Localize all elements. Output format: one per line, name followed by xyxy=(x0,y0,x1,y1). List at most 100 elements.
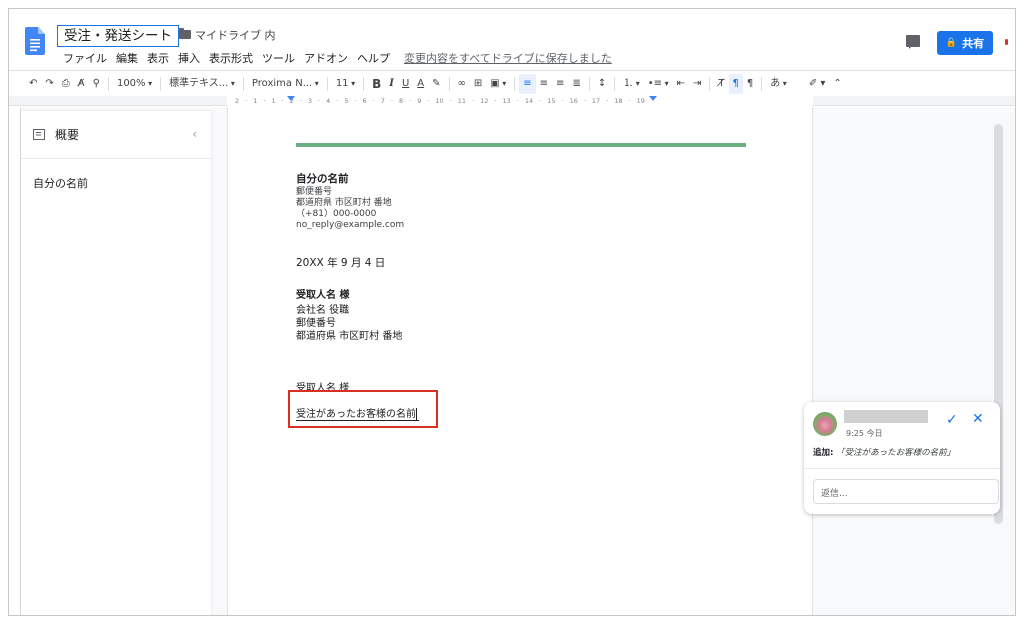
toolbar-divider xyxy=(709,76,711,91)
selected-text-content: 受注があったお客様の名前 xyxy=(296,409,416,420)
card-divider xyxy=(804,468,1000,469)
avatar xyxy=(813,412,837,436)
ruler-track: 2 · 1 · 1 · 2 · 3 · 4 · 5 · 6 · 7 · 8 · 9 · 10 · 11 · 12 · 13 · 14 · 15 ·… xyxy=(9,96,1015,106)
resolve-check-icon[interactable]: ✓ xyxy=(946,412,958,428)
align-right-icon[interactable]: ≡ xyxy=(552,74,568,94)
outline-title: 概要 xyxy=(55,128,80,142)
menu-insert[interactable]: 挿入 xyxy=(178,50,200,66)
menu-file[interactable]: ファイル xyxy=(63,50,107,66)
ruler-tick: · xyxy=(336,97,339,105)
folder-icon[interactable] xyxy=(179,28,191,39)
undo-icon[interactable]: ↶ xyxy=(25,74,41,94)
paint-format-icon[interactable]: ⚲ xyxy=(89,74,104,94)
comment-body: 追加: 「受注があったお客様の名前」 xyxy=(813,446,955,458)
toolbar-divider xyxy=(448,76,450,91)
ruler-tick-label: 18 xyxy=(614,97,623,105)
menu-bar: ファイル 編集 表示 挿入 表示形式 ツール アドオン ヘルプ 変更内容をすべて… xyxy=(63,50,612,66)
ruler-tick: · xyxy=(472,97,475,105)
toolbar: ↶ ↷ ⎙ A̸ ⚲ 100% 標準テキス... Proxima N... 11… xyxy=(9,70,1015,96)
ruler-tick: · xyxy=(628,97,631,105)
sender-name: 自分の名前 xyxy=(296,173,349,185)
ruler-tick-label: 1 xyxy=(271,97,276,105)
editing-mode-icon[interactable]: ✐ ▾ xyxy=(805,74,830,94)
menu-format[interactable]: 表示形式 xyxy=(209,50,253,66)
menu-tools[interactable]: ツール xyxy=(262,50,295,66)
ruler-tick: · xyxy=(516,97,519,105)
bulleted-list-icon[interactable]: •≡ xyxy=(644,74,673,94)
comment-card[interactable]: 9:25 今日 ✓ ✕ 追加: 「受注があったお客様の名前」 返信... xyxy=(804,402,1000,514)
document-page[interactable]: 自分の名前 郵便番号 都道府県 市区町村 番地 （+81）000-0000 no… xyxy=(227,107,813,615)
comments-icon[interactable] xyxy=(906,35,920,49)
ruler-tick-label: 11 xyxy=(457,97,467,105)
menu-edit[interactable]: 編集 xyxy=(116,50,138,66)
lock-icon: 🔒 xyxy=(945,38,958,48)
menu-view[interactable]: 表示 xyxy=(147,50,169,66)
comment-quote: 「受注があったお客様の名前」 xyxy=(836,448,956,458)
highlight-icon[interactable]: ✎ xyxy=(428,74,444,94)
underline-button[interactable]: U xyxy=(398,74,413,94)
document-title-input[interactable]: 受注・発送シート xyxy=(57,25,179,47)
ruler-tick-label: 9 xyxy=(417,97,422,105)
font-size-select[interactable]: 11 xyxy=(332,74,359,94)
toolbar-divider xyxy=(588,76,590,91)
spellcheck-icon[interactable]: A̸ xyxy=(74,74,89,94)
print-icon[interactable]: ⎙ xyxy=(58,74,74,94)
align-justify-icon[interactable]: ≣ xyxy=(568,74,584,94)
sender-line: no_reply@example.com xyxy=(296,220,405,230)
decrease-indent-icon[interactable]: ⇤ xyxy=(673,74,689,94)
toolbar-divider xyxy=(761,76,763,91)
rtl-icon[interactable]: ¶ xyxy=(743,74,757,94)
redo-icon[interactable]: ↷ xyxy=(41,74,57,94)
left-indent-marker[interactable] xyxy=(287,96,295,101)
close-icon[interactable]: ✕ xyxy=(972,411,984,427)
ruler-tick-label: 7 xyxy=(380,97,385,105)
align-center-icon[interactable]: ≡ xyxy=(536,74,552,94)
increase-indent-icon[interactable]: ⇥ xyxy=(689,74,705,94)
insert-image-icon[interactable]: ▣ xyxy=(486,74,510,94)
docs-logo-icon[interactable] xyxy=(25,27,45,55)
ruler-tick: · xyxy=(281,97,284,105)
toolbar-divider xyxy=(363,76,365,91)
ltr-icon[interactable]: ¶ xyxy=(728,73,743,94)
menu-help[interactable]: ヘルプ xyxy=(357,50,390,66)
ruler-tick-label: 12 xyxy=(480,97,489,105)
close-outline-icon[interactable]: ‹ xyxy=(192,127,197,141)
add-comment-icon[interactable]: ⊞ xyxy=(470,74,486,94)
save-status-link[interactable]: 変更内容をすべてドライブに保存しました xyxy=(404,50,612,66)
font-select[interactable]: Proxima N... xyxy=(248,74,323,94)
ruler-tick: · xyxy=(299,97,302,105)
recipient-line: 会社名 役職 xyxy=(296,305,350,316)
bold-button[interactable]: B xyxy=(368,74,385,94)
link-icon[interactable]: ∞ xyxy=(454,74,470,94)
text-color-button[interactable]: A xyxy=(413,74,428,94)
ruler-tick-label: 17 xyxy=(591,97,601,105)
align-left-icon[interactable]: ≡ xyxy=(519,73,536,94)
share-button[interactable]: 🔒 共有 xyxy=(937,31,993,55)
ruler-tick-label: 19 xyxy=(636,97,645,105)
numbered-list-icon[interactable]: ⒈ xyxy=(619,74,644,94)
input-tools-button[interactable]: あ xyxy=(766,74,791,94)
outline-item[interactable]: 自分の名前 xyxy=(21,159,211,191)
reply-input[interactable]: 返信... xyxy=(813,479,999,504)
ruler-tick: · xyxy=(263,97,266,105)
collapse-menu-icon[interactable]: ⌃ xyxy=(829,74,845,94)
line-spacing-icon[interactable]: ↕ xyxy=(594,74,610,94)
ruler-tick-label: 5 xyxy=(344,97,349,105)
selected-text[interactable]: 受注があったお客様の名前 xyxy=(296,405,419,421)
ruler-tick-label: 6 xyxy=(362,97,367,105)
ruler-tick: · xyxy=(583,97,586,105)
ruler-tick-label: 16 xyxy=(569,97,578,105)
clear-formatting-icon[interactable]: T̸ xyxy=(714,74,728,94)
ruler[interactable]: 2 · 1 · 1 · 2 · 3 · 4 · 5 · 6 · 7 · 8 · 9 · 10 · 11 · 12 · 13 · 14 · 15 ·… xyxy=(227,96,813,106)
share-label: 共有 xyxy=(962,37,985,50)
right-indent-marker[interactable] xyxy=(649,96,657,101)
drive-location[interactable]: マイドライブ 内 xyxy=(195,27,276,43)
style-select[interactable]: 標準テキス... xyxy=(165,74,239,94)
text-cursor xyxy=(416,408,417,420)
ruler-tick-label: 14 xyxy=(524,97,534,105)
italic-button[interactable]: I xyxy=(385,74,398,94)
letter-date: 20XX 年 9 月 4 日 xyxy=(296,257,386,269)
comment-timestamp: 9:25 今日 xyxy=(846,429,883,438)
zoom-select[interactable]: 100% xyxy=(113,74,156,94)
menu-addons[interactable]: アドオン xyxy=(304,50,348,66)
